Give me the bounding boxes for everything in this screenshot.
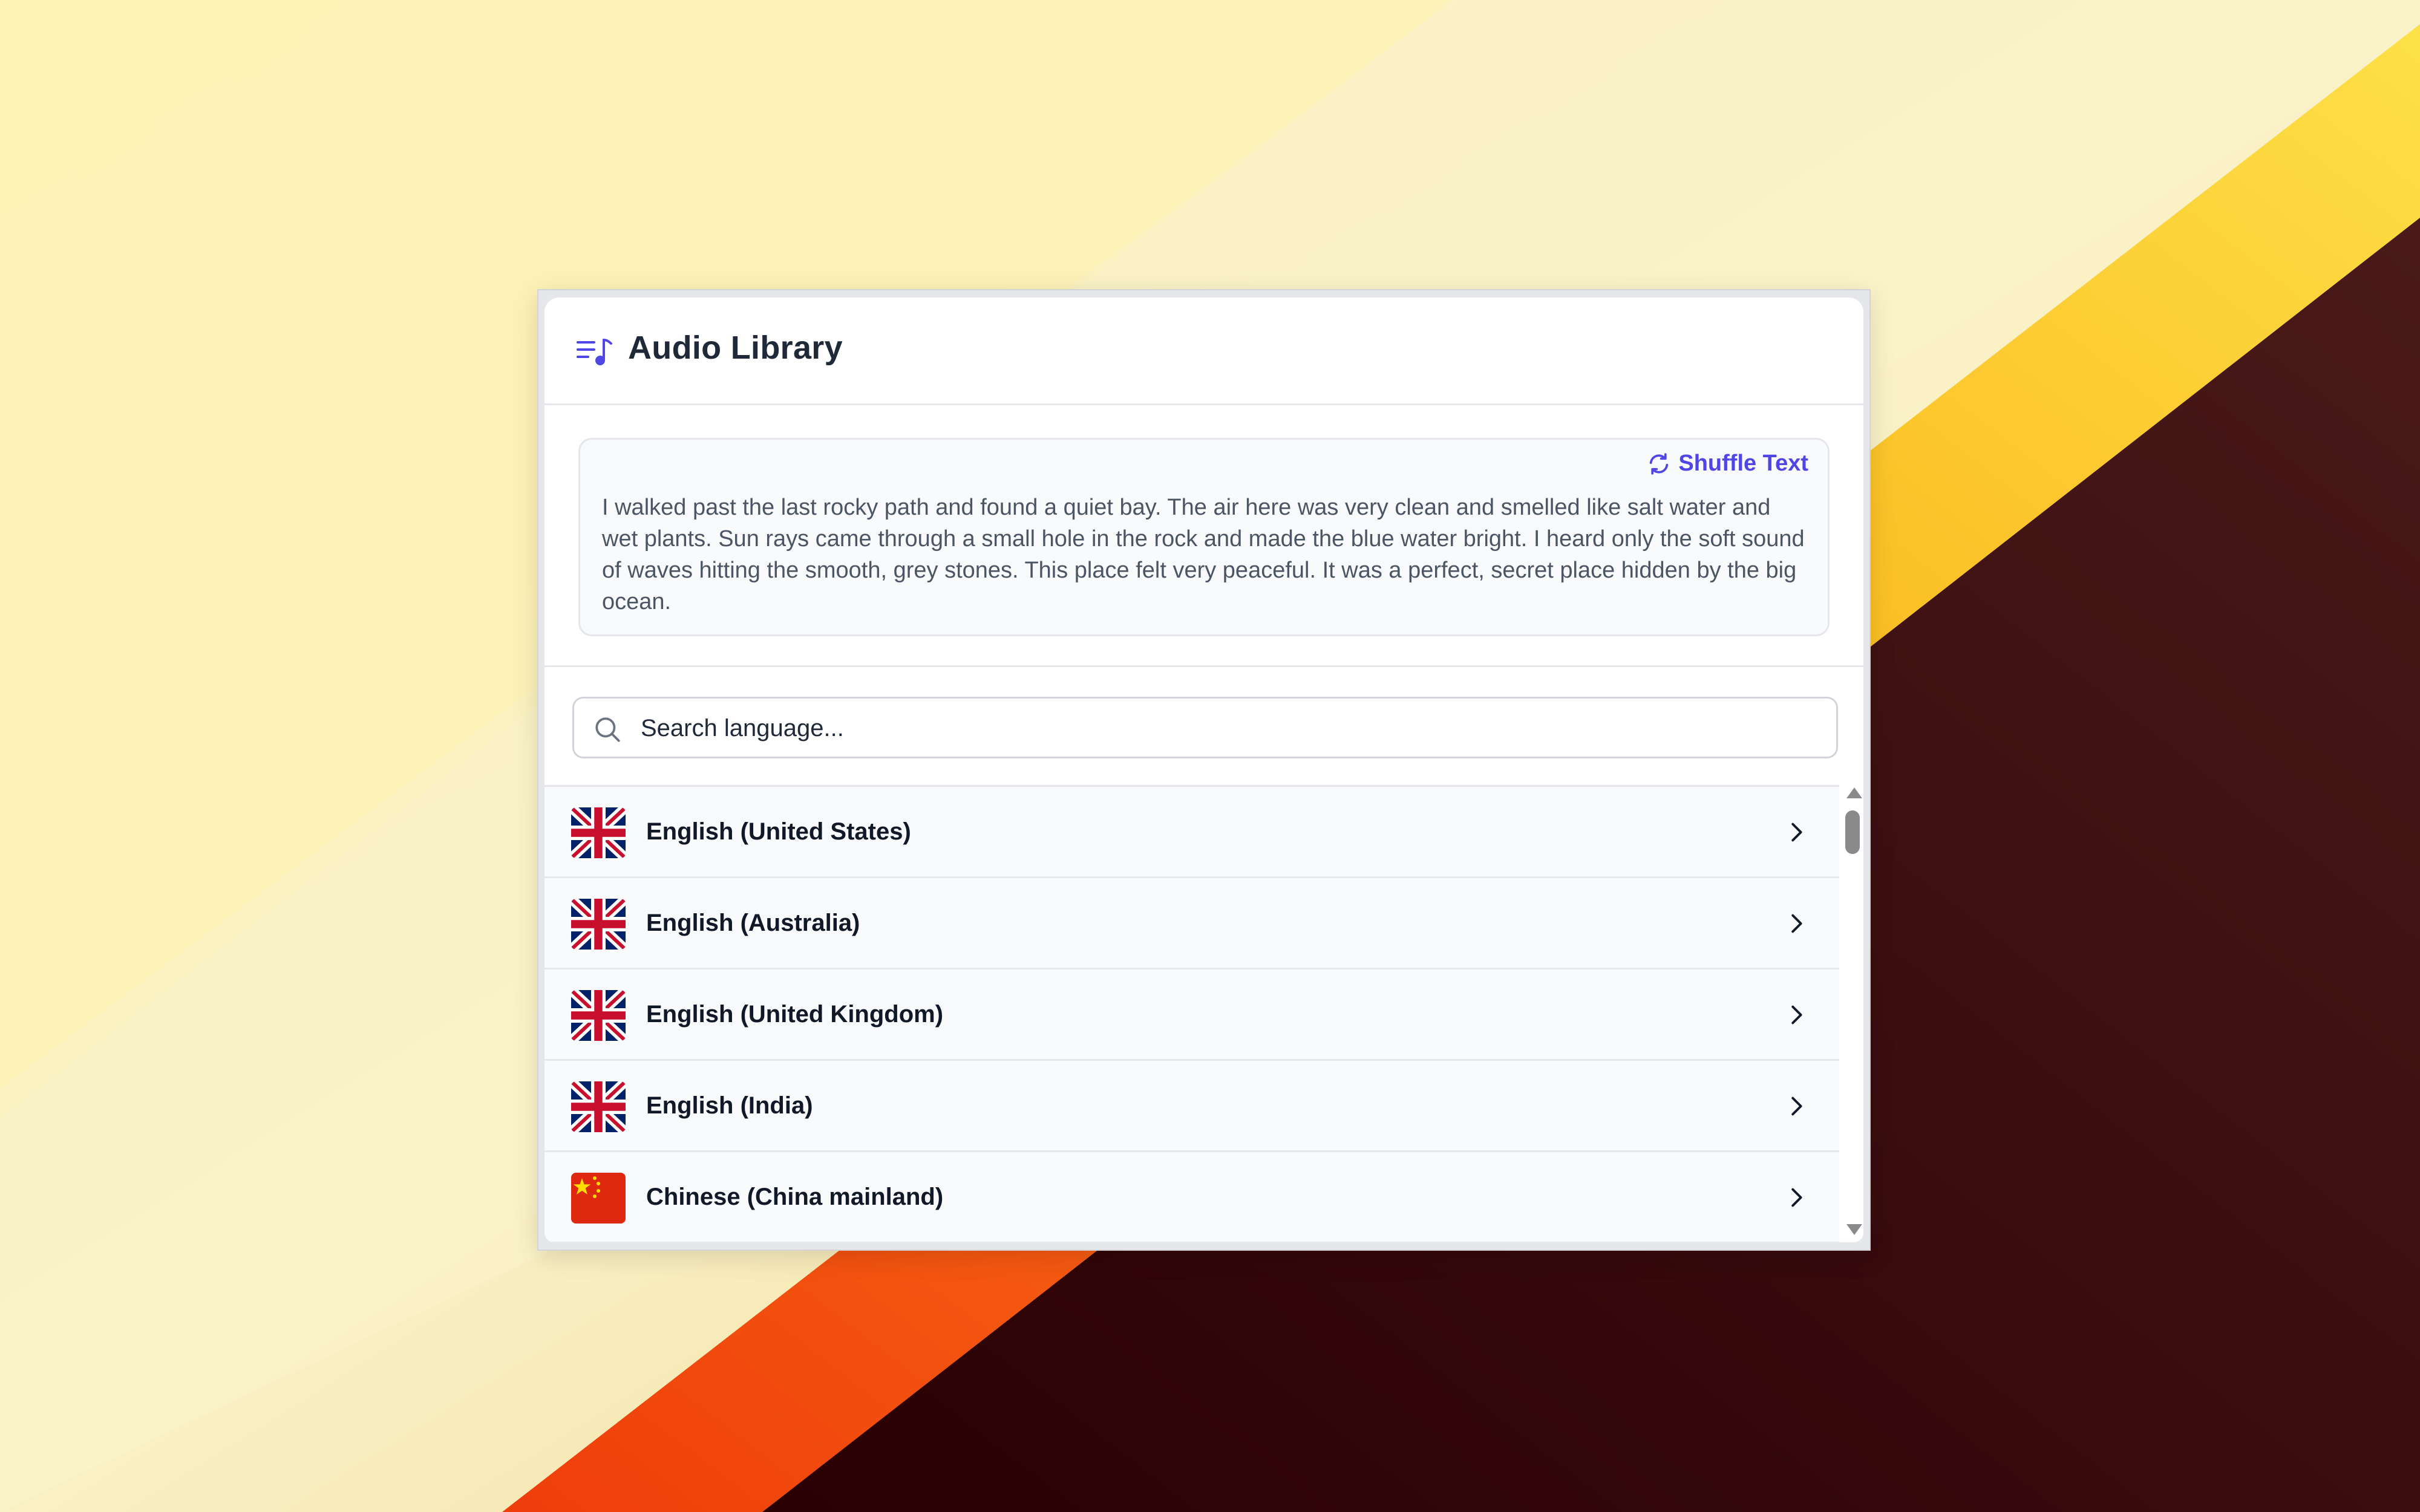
sample-text-card: Shuffle Text I walked past the last rock… xyxy=(578,438,1830,636)
language-list-scrollbar[interactable] xyxy=(1839,785,1863,1242)
language-item-english-uk[interactable]: English (United Kingdom) xyxy=(544,969,1839,1061)
language-label: English (Australia) xyxy=(646,910,860,936)
sample-text-section: Shuffle Text I walked past the last rock… xyxy=(544,405,1863,667)
search-language-input[interactable] xyxy=(639,707,1816,749)
uk-flag-icon xyxy=(571,807,626,858)
language-label: English (India) xyxy=(646,1092,813,1119)
refresh-icon xyxy=(1650,452,1669,475)
playlist-music-icon xyxy=(577,339,612,365)
search-icon xyxy=(595,717,620,742)
sample-passage: I walked past the last rocky path and fo… xyxy=(602,495,1805,614)
desktop: Audio Library Shuffle Text I walked past… xyxy=(0,0,2420,1512)
language-label: English (United Kingdom) xyxy=(646,1001,944,1028)
chevron-right-icon xyxy=(1791,1188,1802,1207)
china-flag-icon xyxy=(571,1173,626,1224)
shuffle-text-button[interactable]: Shuffle Text xyxy=(1647,451,1808,477)
chevron-right-icon xyxy=(1791,914,1802,933)
language-item-english-us[interactable]: English (United States) xyxy=(544,787,1839,878)
uk-flag-icon xyxy=(571,990,626,1041)
language-label: English (United States) xyxy=(646,818,911,845)
language-item-chinese-cn[interactable]: Chinese (China mainland) xyxy=(544,1152,1839,1242)
uk-flag-icon xyxy=(571,1081,626,1132)
language-item-english-in[interactable]: English (India) xyxy=(544,1061,1839,1152)
search-box[interactable] xyxy=(572,697,1838,758)
language-list: English (United States) English (Austral… xyxy=(544,785,1839,1242)
chevron-right-icon xyxy=(1791,1005,1802,1025)
scrollbar-thumb[interactable] xyxy=(1845,810,1860,854)
audio-library-panel: Audio Library Shuffle Text I walked past… xyxy=(543,296,1865,1243)
shuffle-text-label: Shuffle Text xyxy=(1678,451,1808,476)
audio-library-window: Audio Library Shuffle Text I walked past… xyxy=(537,289,1871,1251)
chevron-right-icon xyxy=(1791,823,1802,842)
scroll-up-arrow[interactable] xyxy=(1846,787,1862,798)
page-title: Audio Library xyxy=(628,330,843,366)
language-label: Chinese (China mainland) xyxy=(646,1184,944,1210)
language-item-english-au[interactable]: English (Australia) xyxy=(544,878,1839,969)
chevron-right-icon xyxy=(1791,1097,1802,1116)
scroll-down-arrow[interactable] xyxy=(1846,1224,1862,1235)
header: Audio Library xyxy=(544,298,1863,405)
uk-flag-icon xyxy=(571,899,626,950)
